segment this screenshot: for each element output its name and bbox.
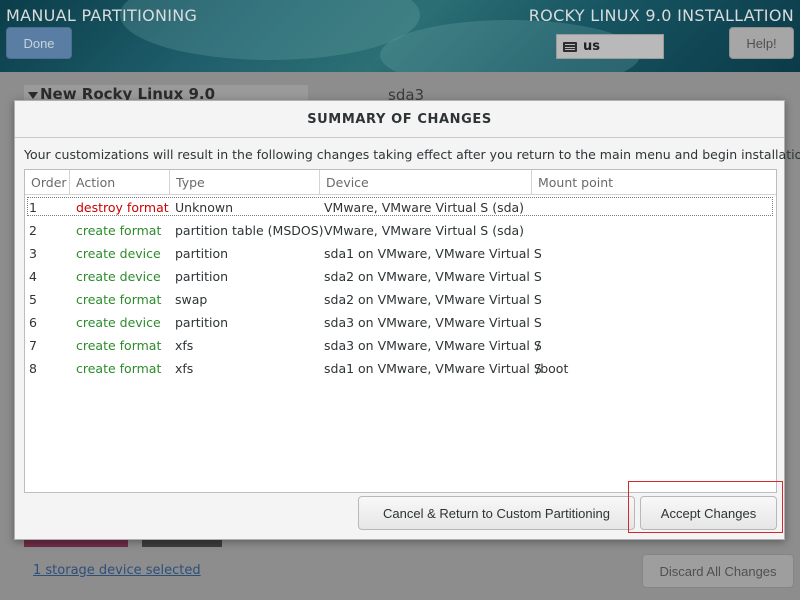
column-header-action[interactable]: Action [70, 170, 170, 195]
cell-order: 5 [29, 292, 37, 307]
cell-type: partition [175, 315, 229, 330]
cell-action: create format [76, 223, 162, 238]
product-title: ROCKY LINUX 9.0 INSTALLATION [528, 6, 794, 25]
cell-type: partition table (MSDOS) [175, 223, 324, 238]
cell-type: partition [175, 246, 229, 261]
cell-device: sda2 on VMware, VMware Virtual S [324, 292, 542, 307]
cell-device: VMware, VMware Virtual S (sda) [324, 200, 525, 215]
table-row[interactable]: 3 create device partition sda1 on VMware, V… [25, 242, 776, 265]
column-header-mount-point[interactable]: Mount point [532, 170, 778, 195]
storage-device-link[interactable]: 1 storage device selected [33, 563, 201, 578]
column-header-type[interactable]: Type [170, 170, 320, 195]
table-row[interactable]: 8 create format xfs sda1 on VMware, VMware … [25, 357, 776, 380]
changes-table: Order Action Type Device Mount point 1 de… [24, 169, 777, 493]
cell-type: partition [175, 269, 229, 284]
dialog-description: Your customizations will result in the f… [24, 147, 800, 162]
cell-type: xfs [175, 361, 194, 376]
cell-order: 4 [29, 269, 37, 284]
cell-device: sda1 on VMware, VMware Virtual S [324, 361, 542, 376]
table-row[interactable]: 1 destroy format Unknown VMware, VMware Vir… [25, 196, 776, 219]
cell-mount-point: /boot [536, 361, 569, 376]
installer-header: MANUAL PARTITIONING ROCKY LINUX 9.0 INST… [0, 0, 800, 90]
table-row[interactable]: 5 create format swap sda2 on VMware, VMware… [25, 288, 776, 311]
cell-device: sda1 on VMware, VMware Virtual S [324, 246, 542, 261]
cell-type: xfs [175, 338, 194, 353]
cell-device: sda2 on VMware, VMware Virtual S [324, 269, 542, 284]
accept-button-highlight-box [628, 481, 783, 533]
cell-device: sda3 on VMware, VMware Virtual S [324, 338, 542, 353]
cell-order: 3 [29, 246, 37, 261]
done-button[interactable]: Done [6, 27, 72, 59]
cancel-return-button[interactable]: Cancel & Return to Custom Partitioning [358, 496, 635, 530]
cell-action: destroy format [76, 200, 169, 215]
keyboard-icon [563, 41, 577, 52]
cell-action: create format [76, 292, 162, 307]
table-row[interactable]: 7 create format xfs sda3 on VMware, VMware … [25, 334, 776, 357]
cell-action: create format [76, 361, 162, 376]
cell-device: VMware, VMware Virtual S (sda) [324, 223, 525, 238]
table-row[interactable]: 4 create device partition sda2 on VMware, V… [25, 265, 776, 288]
column-header-order[interactable]: Order [25, 170, 70, 195]
help-button[interactable]: Help! [729, 27, 794, 59]
discard-all-changes-button[interactable]: Discard All Changes [642, 554, 794, 588]
cell-order: 8 [29, 361, 37, 376]
column-header-device[interactable]: Device [320, 170, 532, 195]
cell-action: create device [76, 315, 161, 330]
cell-order: 7 [29, 338, 37, 353]
summary-of-changes-dialog: SUMMARY OF CHANGES Your customizations w… [14, 100, 800, 540]
cell-type: Unknown [175, 200, 234, 215]
table-header: Order Action Type Device Mount point [25, 170, 776, 195]
cell-action: create device [76, 246, 161, 261]
table-row[interactable]: 2 create format partition table (MSDOS) VMw… [25, 219, 776, 242]
cell-order: 6 [29, 315, 37, 330]
cell-order: 1 [29, 200, 37, 215]
page-title: MANUAL PARTITIONING [6, 6, 198, 25]
cell-device: sda3 on VMware, VMware Virtual S [324, 315, 542, 330]
table-row[interactable]: 6 create device partition sda3 on VMware, V… [25, 311, 776, 334]
keyboard-layout-indicator[interactable]: us [556, 34, 664, 59]
cell-type: swap [175, 292, 208, 307]
cell-action: create format [76, 338, 162, 353]
cell-action: create device [76, 269, 161, 284]
keyboard-layout-label: us [583, 39, 600, 54]
cell-mount-point: / [536, 338, 541, 353]
dialog-title: SUMMARY OF CHANGES [15, 101, 784, 138]
cell-order: 2 [29, 223, 37, 238]
